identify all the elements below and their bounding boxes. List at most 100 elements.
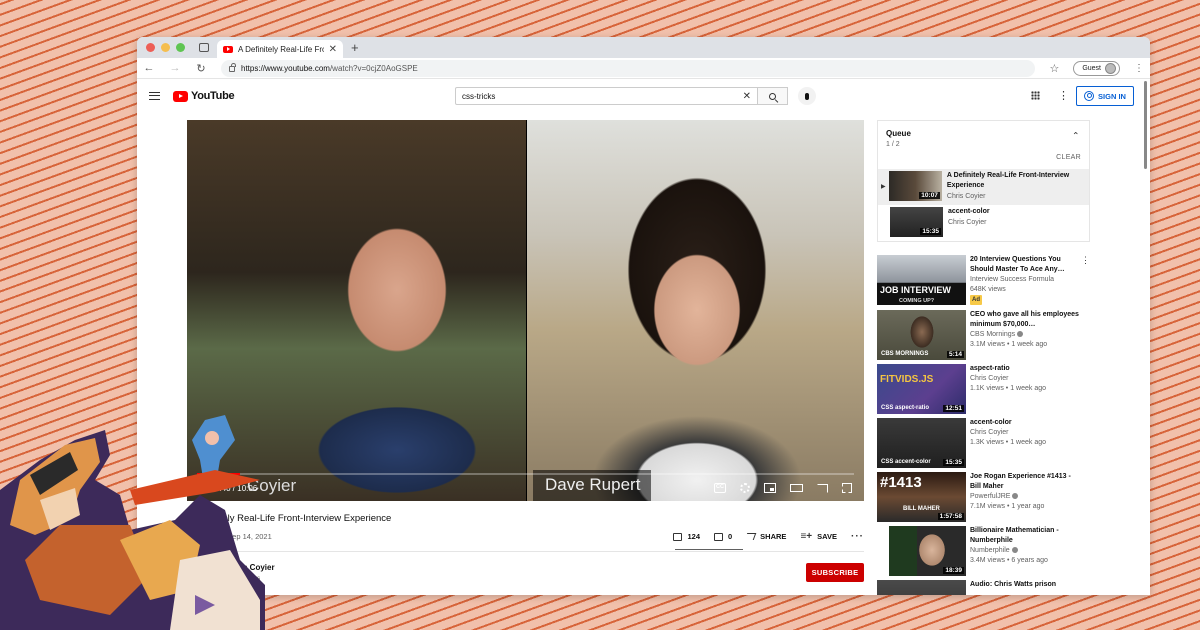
clear-search-icon[interactable]: ✕ bbox=[743, 91, 751, 102]
url-path: /watch?v=0cjZ0AoGSPE bbox=[329, 63, 418, 73]
save-button[interactable]: ≡+ SAVE bbox=[800, 531, 837, 542]
tab-close-icon[interactable]: ✕ bbox=[329, 44, 337, 55]
apps-grid-icon[interactable] bbox=[1031, 91, 1040, 100]
settings-menu-icon[interactable]: ⋮ bbox=[1058, 89, 1069, 102]
tab-overview-icon[interactable] bbox=[199, 43, 209, 52]
channel-label: Numberphile bbox=[970, 547, 1010, 554]
reload-icon[interactable]: ↻ bbox=[195, 62, 207, 75]
close-window-button[interactable] bbox=[146, 43, 155, 52]
search-icon bbox=[769, 92, 776, 100]
video-frame-right bbox=[527, 120, 864, 501]
fullscreen-icon[interactable] bbox=[842, 483, 852, 493]
queue-item-title: A Definitely Real-Life Front-Interview E… bbox=[946, 172, 1070, 189]
recommendation-duration: 1:57:58 bbox=[937, 513, 964, 520]
recommendation-views: 3.4M views • 6 years ago bbox=[970, 557, 1048, 564]
thumbnail-caption: BILL MAHER bbox=[903, 506, 940, 512]
now-playing-icon: ▶ bbox=[881, 184, 886, 190]
thumb-up-icon bbox=[673, 532, 683, 541]
share-icon bbox=[744, 533, 757, 540]
queue-item-channel: Chris Coyier bbox=[948, 219, 987, 226]
recommendation-text: Joe Rogan Experience #1413 - Bill Maher … bbox=[970, 472, 1082, 522]
recommendation-channel: PowerfulJRE bbox=[970, 492, 1082, 502]
new-tab-button[interactable]: + bbox=[351, 40, 359, 55]
recommendation-thumbnail: 18:39 bbox=[877, 526, 966, 576]
controls-right: CC bbox=[714, 483, 852, 493]
theater-mode-icon[interactable] bbox=[790, 484, 803, 492]
recommendation-title: 20 Interview Questions You Should Master… bbox=[970, 256, 1065, 273]
sign-in-label: SIGN IN bbox=[1098, 91, 1126, 101]
menu-icon[interactable] bbox=[149, 92, 160, 100]
tab-strip: A Definitely Real-Life Front-Interview E… bbox=[137, 37, 1150, 58]
tab-title: A Definitely Real-Life Front-Interview E… bbox=[238, 44, 324, 54]
maximize-window-button[interactable] bbox=[176, 43, 185, 52]
queue-thumbnail: 10:07 bbox=[888, 171, 942, 201]
queue-item[interactable]: ▶ 10:07 A Definitely Real-Life Front-Int… bbox=[878, 169, 1089, 205]
search-bar: css-tricks ✕ bbox=[455, 87, 816, 105]
recommendation-text: 20 Interview Questions You Should Master… bbox=[970, 255, 1082, 305]
more-actions-icon[interactable]: ··· bbox=[851, 531, 864, 542]
dislike-button[interactable]: 0 bbox=[714, 532, 732, 541]
subscribe-button[interactable]: SUBSCRIBE bbox=[806, 563, 864, 582]
youtube-favicon-icon bbox=[223, 45, 233, 53]
recommendation-title: accent-color bbox=[970, 419, 1012, 426]
page-scrollbar[interactable] bbox=[1144, 81, 1147, 169]
address-bar[interactable]: https://www.youtube.com/watch?v=0cjZ0AoG… bbox=[221, 59, 1036, 77]
miniplayer-icon[interactable] bbox=[764, 483, 776, 493]
queue-item[interactable]: 15:35 accent-color Chris Coyier bbox=[878, 205, 1089, 241]
clear-queue-button[interactable]: CLEAR bbox=[1056, 154, 1081, 161]
like-button[interactable]: 124 bbox=[673, 532, 700, 541]
browser-tab-active[interactable]: A Definitely Real-Life Front-Interview E… bbox=[217, 40, 343, 58]
voice-search-button[interactable] bbox=[798, 87, 816, 105]
recommendation-item[interactable]: CBS MORNINGS 5:14 CEO who gave all his e… bbox=[877, 310, 1090, 360]
share-label: SHARE bbox=[760, 532, 787, 541]
recommendation-item[interactable]: FITVIDS.JS CSS aspect-ratio 12:51 aspect… bbox=[877, 364, 1090, 414]
player-controls: 0:40 / 10:06 CC bbox=[187, 475, 864, 501]
recommendation-item[interactable]: Audio: Chris Watts prison bbox=[877, 580, 1090, 595]
recommendation-item[interactable]: CSS accent-color 15:35 accent-color Chri… bbox=[877, 418, 1090, 468]
recommendation-text: CEO who gave all his employees minimum $… bbox=[970, 310, 1082, 360]
browser-window: A Definitely Real-Life Front-Interview E… bbox=[137, 37, 1150, 595]
search-input[interactable]: css-tricks ✕ bbox=[455, 87, 758, 105]
sign-in-button[interactable]: SIGN IN bbox=[1076, 86, 1134, 106]
bookmark-star-icon[interactable]: ☆ bbox=[1049, 62, 1059, 75]
youtube-logo-text: YouTube bbox=[191, 90, 235, 102]
recommendation-views: 1.3K views • 1 week ago bbox=[970, 439, 1046, 446]
forward-icon[interactable]: → bbox=[169, 62, 181, 74]
more-options-icon[interactable]: ⋮ bbox=[1081, 255, 1090, 266]
recommendation-views: 7.1M views • 1 year ago bbox=[970, 503, 1045, 510]
back-icon[interactable]: ← bbox=[143, 62, 155, 74]
verified-icon bbox=[1011, 547, 1018, 554]
user-icon bbox=[1084, 91, 1095, 101]
recommendation-duration: 15:35 bbox=[943, 459, 964, 466]
recommendation-item[interactable]: 18:39 Billionaire Mathematician - Number… bbox=[877, 526, 1090, 576]
recommendation-title: aspect-ratio bbox=[970, 365, 1010, 372]
recommendation-item[interactable]: #1413 BILL MAHER 1:57:58 Joe Rogan Exper… bbox=[877, 472, 1090, 522]
queue-item-channel: Chris Coyier bbox=[946, 193, 986, 200]
video-player[interactable]: Coyier Dave Rupert 0:40 / 10:06 CC bbox=[187, 120, 864, 501]
captions-icon[interactable]: CC bbox=[714, 483, 726, 493]
minimize-window-button[interactable] bbox=[161, 43, 170, 52]
gear-icon[interactable] bbox=[740, 483, 750, 493]
search-button[interactable] bbox=[758, 87, 788, 105]
thumbnail-caption: CBS MORNINGS bbox=[881, 351, 929, 357]
thumbnail-caption: JOB INTERVIEW bbox=[880, 285, 951, 295]
lock-icon bbox=[229, 63, 236, 72]
url-host: https://www.youtube.com bbox=[241, 63, 330, 73]
thumbnail-subcaption: COMING UP? bbox=[899, 298, 935, 304]
recommendation-item[interactable]: JOB INTERVIEW COMING UP? 20 Interview Qu… bbox=[877, 255, 1090, 305]
thumbnail-caption-big: FITVIDS.JS bbox=[880, 374, 934, 385]
recommendation-views: 648K views bbox=[970, 286, 1006, 293]
cast-icon[interactable] bbox=[817, 483, 828, 493]
recommendation-channel: Numberphile bbox=[970, 546, 1082, 556]
share-button[interactable]: SHARE bbox=[744, 532, 787, 541]
like-ratio-bar bbox=[675, 549, 743, 550]
recommendation-duration: 5:14 bbox=[946, 351, 964, 358]
chevron-up-icon[interactable]: ⌄ bbox=[1072, 129, 1080, 140]
browser-menu-icon[interactable]: ⋮ bbox=[1134, 63, 1144, 74]
youtube-logo[interactable]: YouTube bbox=[173, 90, 235, 102]
recommendation-thumbnail: JOB INTERVIEW COMING UP? bbox=[877, 255, 966, 305]
profile-button[interactable]: Guest bbox=[1073, 60, 1120, 76]
video-meta-row: 618 views • Sep 14, 2021 124 0 SHARE ≡+ … bbox=[187, 531, 864, 542]
like-count: 124 bbox=[687, 532, 700, 541]
microphone-icon bbox=[805, 92, 809, 100]
